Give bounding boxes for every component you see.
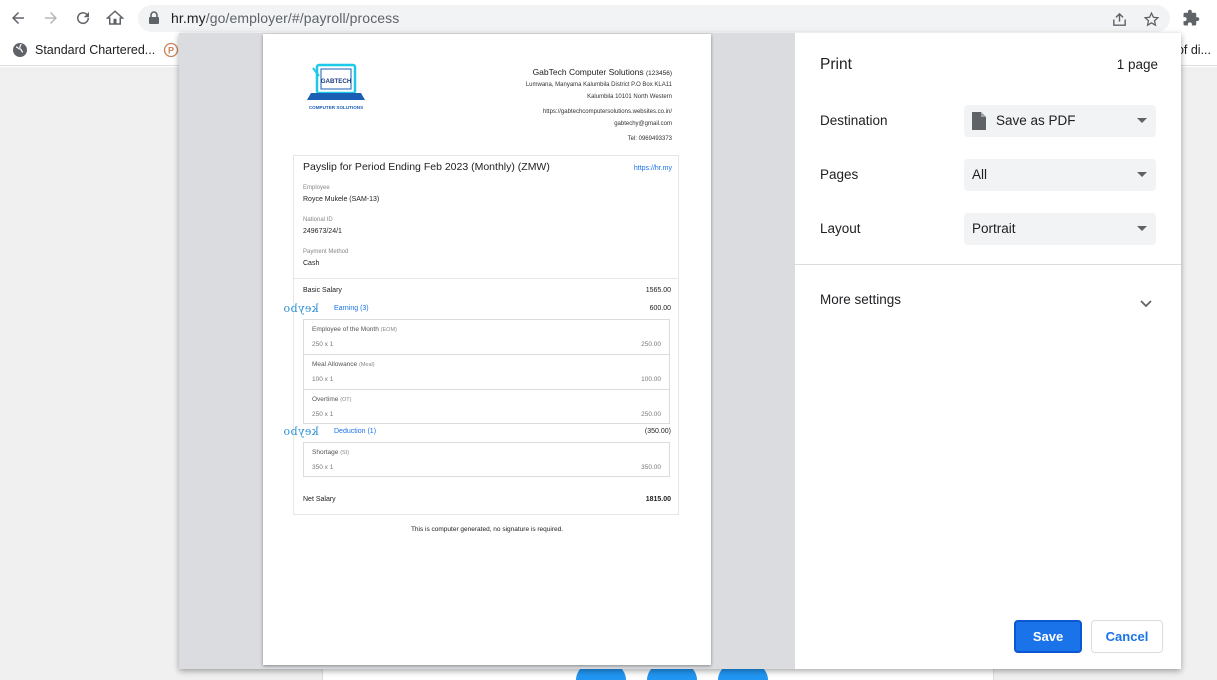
preview-page: GABTECH COMPUTER SOLUTIONS GabTech Compu… — [263, 34, 711, 665]
share-icon[interactable] — [1110, 10, 1128, 28]
star-icon[interactable] — [1142, 10, 1160, 28]
earning-name: Employee of the Month (EOM) — [312, 326, 397, 333]
payslip-title: Payslip for Period Ending Feb 2023 (Mont… — [303, 161, 550, 173]
arrow-right-icon — [45, 12, 57, 24]
earning-qty: 250 x 1 — [312, 341, 334, 348]
settings-divider — [795, 264, 1181, 265]
payslip-link: https://hr.my — [633, 165, 672, 172]
national-id-value: 249673/24/1 — [303, 228, 342, 235]
employee-label: Employee — [303, 185, 330, 191]
earning-amount: 250.00 — [641, 411, 661, 418]
deduction-total: (350.00) — [644, 428, 671, 435]
earning-qty: 250 x 1 — [312, 411, 334, 418]
earning-name: Overtime (OT) — [312, 396, 352, 403]
company-address-2: Kalumbila 10101 North Western — [587, 94, 672, 100]
pages-value: All — [972, 167, 988, 182]
print-title: Print — [820, 56, 852, 73]
list-item: Overtime (OT) 250 x 1 250.00 — [304, 390, 669, 425]
basic-salary-value: 1565.00 — [645, 287, 671, 294]
address-bar[interactable]: hr.my/go/employer/#/payroll/process — [138, 5, 1170, 32]
company-email: gabtechy@gmail.com — [614, 121, 672, 127]
destination-value: Save as PDF — [996, 113, 1076, 128]
bookmark-standard-chartered[interactable]: Standard Chartered... — [12, 42, 155, 58]
cancel-button[interactable]: Cancel — [1091, 620, 1163, 653]
reload-button[interactable] — [71, 6, 95, 30]
destination-select[interactable]: Save as PDF — [964, 105, 1156, 137]
pages-label: Pages — [820, 167, 859, 182]
reload-icon — [77, 12, 90, 25]
earning-total: 600.00 — [649, 305, 671, 312]
earnings-list: Employee of the Month (EOM) 250 x 1 250.… — [303, 319, 670, 424]
arrow-left-icon — [12, 12, 24, 24]
company-website: https://gabtechcomputersolutions.website… — [542, 109, 672, 115]
earning-link[interactable]: Earning (3) — [334, 305, 369, 312]
browser-toolbar: hr.my/go/employer/#/payroll/process — [0, 0, 1217, 36]
layout-select[interactable]: Portrait — [964, 213, 1156, 245]
deduction-link[interactable]: Deduction (1) — [334, 428, 376, 435]
more-settings-toggle[interactable]: More settings — [820, 292, 901, 307]
file-icon — [971, 112, 986, 133]
url-host: hr.my — [171, 10, 206, 26]
side-mark-deduction: keybo — [283, 425, 319, 438]
layout-value: Portrait — [972, 221, 1016, 236]
print-dialog: GABTECH COMPUTER SOLUTIONS GabTech Compu… — [179, 33, 1181, 669]
company-name-line: GabTech Computer Solutions (123456) — [533, 67, 672, 77]
company-name: GabTech Computer Solutions — [532, 67, 644, 77]
earning-name: Meal Allowance (Meal) — [312, 361, 375, 368]
list-item: Shortage (SI) 350 x 1 350.00 — [304, 443, 669, 478]
deduction-amount: 350.00 — [641, 464, 661, 471]
logo-text: GABTECH — [321, 78, 352, 85]
deductions-list: Shortage (SI) 350 x 1 350.00 — [303, 442, 670, 477]
caret-down-icon — [1137, 118, 1147, 123]
page-count: 1 page — [1116, 57, 1158, 72]
payslip-divider — [293, 278, 679, 279]
list-item: Meal Allowance (Meal) 100 x 1 100.00 — [304, 355, 669, 390]
caret-down-icon — [1137, 226, 1147, 231]
layout-label: Layout — [820, 221, 861, 236]
back-button[interactable] — [6, 6, 30, 30]
net-salary-label: Net Salary — [303, 496, 336, 503]
payslip-footer-note: This is computer generated, no signature… — [410, 526, 564, 533]
earning-amount: 250.00 — [641, 341, 661, 348]
caret-down-icon — [1137, 172, 1147, 177]
extensions-puzzle-icon[interactable] — [1182, 9, 1200, 32]
forward-button[interactable] — [39, 6, 63, 30]
deduction-name: Shortage (SI) — [312, 449, 350, 456]
p-circle-icon: P — [163, 42, 179, 58]
destination-label: Destination — [820, 113, 888, 128]
lock-icon — [148, 11, 160, 30]
url-text: hr.my/go/employer/#/payroll/process — [171, 10, 399, 26]
net-salary-value: 1815.00 — [645, 496, 671, 503]
company-reg: (123456) — [645, 70, 672, 77]
payment-method-label: Payment Method — [303, 249, 349, 255]
svg-text:P: P — [168, 46, 174, 56]
globe-icon — [13, 43, 27, 57]
deduction-qty: 350 x 1 — [312, 464, 334, 471]
pages-select[interactable]: All — [964, 159, 1156, 191]
bookmark-overflow-text[interactable]: of di... — [1177, 43, 1211, 57]
national-id-label: National ID — [303, 217, 333, 223]
bookmark-label: Standard Chartered... — [35, 43, 156, 57]
print-settings-panel: Print 1 page Destination Save as PDF Pag… — [795, 33, 1181, 669]
save-button[interactable]: Save — [1014, 620, 1082, 653]
basic-salary-label: Basic Salary — [303, 287, 342, 294]
logo-subtext: COMPUTER SOLUTIONS — [309, 105, 363, 110]
home-button[interactable] — [103, 6, 127, 30]
earning-qty: 100 x 1 — [312, 376, 334, 383]
earning-amount: 100.00 — [641, 376, 661, 383]
company-phone: Tel: 0969493373 — [627, 136, 672, 142]
print-preview-area: GABTECH COMPUTER SOLUTIONS GabTech Compu… — [179, 33, 795, 669]
company-logo: GABTECH COMPUTER SOLUTIONS — [307, 63, 365, 110]
list-item: Employee of the Month (EOM) 250 x 1 250.… — [304, 320, 669, 355]
url-path: /go/employer/#/payroll/process — [205, 10, 400, 26]
company-address-1: Lumwana, Manyama Kalumbila District P.O … — [525, 82, 672, 88]
chevron-down-icon[interactable] — [1140, 295, 1152, 313]
home-icon — [106, 10, 124, 25]
employee-value: Royce Mukele (SAM-13) — [303, 196, 380, 203]
payment-method-value: Cash — [303, 260, 320, 267]
side-mark-earning: keybo — [283, 302, 319, 315]
